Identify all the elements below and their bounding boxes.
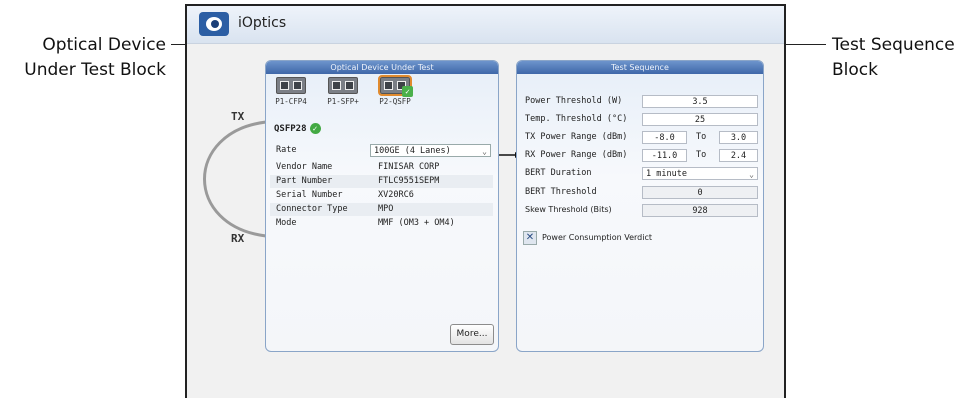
verified-check-icon: ✓: [309, 123, 321, 134]
callout-left-line2: Under Test Block: [24, 60, 166, 80]
rate-select[interactable]: 100GE (4 Lanes) ⌄: [370, 144, 491, 157]
info-value: FTLC9551SEPM: [378, 176, 440, 186]
test-sequence-panel: Test Sequence Power Threshold (W) 3.5 Te…: [516, 60, 764, 352]
checkmark-icon: ✓: [402, 86, 413, 97]
chevron-down-icon: ⌄: [482, 147, 487, 156]
module-label: P1-CFP4: [275, 97, 307, 106]
info-label: Serial Number: [276, 190, 343, 200]
tx-range-min-field[interactable]: -8.0: [642, 131, 687, 144]
eye-logo-icon: [199, 12, 229, 36]
info-value: FINISAR CORP: [378, 162, 440, 172]
info-label: Vendor Name: [276, 162, 333, 172]
info-row: Mode MMF (OM3 + OM4): [270, 217, 493, 230]
module-label: P1-SFP+: [327, 97, 359, 106]
chevron-down-icon: ⌄: [749, 170, 754, 179]
power-threshold-label: Power Threshold (W): [525, 96, 623, 106]
detected-module-label: QSFP28: [274, 124, 307, 134]
bert-duration-value: 1 minute: [646, 169, 687, 179]
tx-range-max-field[interactable]: 3.0: [719, 131, 758, 144]
bert-duration-select[interactable]: 1 minute ⌄: [642, 167, 758, 180]
module-p2-qsfp[interactable]: ✓ P2-QSFP: [372, 75, 418, 106]
info-label: Part Number: [276, 176, 333, 186]
rate-label: Rate: [276, 145, 297, 155]
bert-threshold-field[interactable]: 0: [642, 186, 758, 199]
temp-threshold-field[interactable]: 25: [642, 113, 758, 126]
transceiver-icon: [328, 77, 358, 94]
test-sequence-header: Test Sequence: [517, 61, 763, 74]
module-p1-sfp[interactable]: P1-SFP+: [320, 77, 366, 106]
app-title: iOptics: [238, 15, 287, 31]
callout-right-line2: Block: [832, 60, 878, 80]
rx-range-max-field[interactable]: 2.4: [719, 149, 758, 162]
more-button[interactable]: More...: [450, 324, 494, 345]
info-label: Connector Type: [276, 204, 348, 214]
loopback-cable: [203, 120, 267, 238]
info-value: MPO: [378, 204, 394, 214]
power-consumption-verdict-checkbox[interactable]: ✕: [523, 231, 537, 245]
skew-threshold-field[interactable]: 928: [642, 204, 758, 217]
info-row: Connector Type MPO: [270, 203, 493, 216]
rx-power-range-label: RX Power Range (dBm): [525, 150, 628, 160]
detected-module: QSFP28 ✓: [274, 123, 321, 134]
bert-duration-label: BERT Duration: [525, 168, 592, 178]
temp-threshold-label: Temp. Threshold (°C): [525, 114, 628, 124]
info-label: Mode: [276, 218, 297, 228]
info-value: XV20RC6: [378, 190, 414, 200]
bert-threshold-label: BERT Threshold: [525, 187, 597, 197]
callout-optical-device: Optical Device Under Test Block: [4, 33, 166, 83]
power-threshold-field[interactable]: 3.5: [642, 95, 758, 108]
dut-panel-header: Optical Device Under Test: [266, 61, 498, 74]
dut-panel: Optical Device Under Test P1-CFP4 P1-SFP…: [265, 60, 499, 352]
info-value: MMF (OM3 + OM4): [378, 218, 455, 228]
transceiver-icon: ✓: [378, 75, 413, 97]
app-title-bar: iOptics: [187, 6, 784, 44]
info-row: Serial Number XV20RC6: [270, 189, 493, 202]
module-p1-cfp4[interactable]: P1-CFP4: [268, 77, 314, 106]
rx-range-min-field[interactable]: -11.0: [642, 149, 687, 162]
info-row: Part Number FTLC9551SEPM: [270, 175, 493, 188]
app-window: iOptics TX RX Optical Device Under Test …: [185, 4, 786, 398]
rx-range-to-label: To: [696, 150, 707, 160]
callout-right-line1: Test Sequence: [832, 35, 955, 55]
skew-threshold-label: Skew Threshold (Bits): [525, 205, 612, 214]
transceiver-icon: [276, 77, 306, 94]
tx-range-to-label: To: [696, 132, 707, 142]
callout-left-line1: Optical Device: [42, 35, 166, 55]
rate-value: 100GE (4 Lanes): [374, 146, 451, 156]
info-row: Vendor Name FINISAR CORP: [270, 161, 493, 174]
callout-test-sequence: Test Sequence Block: [832, 33, 967, 83]
tx-power-range-label: TX Power Range (dBm): [525, 132, 628, 142]
module-label: P2-QSFP: [379, 97, 411, 106]
power-consumption-verdict-label: Power Consumption Verdict: [542, 233, 653, 242]
